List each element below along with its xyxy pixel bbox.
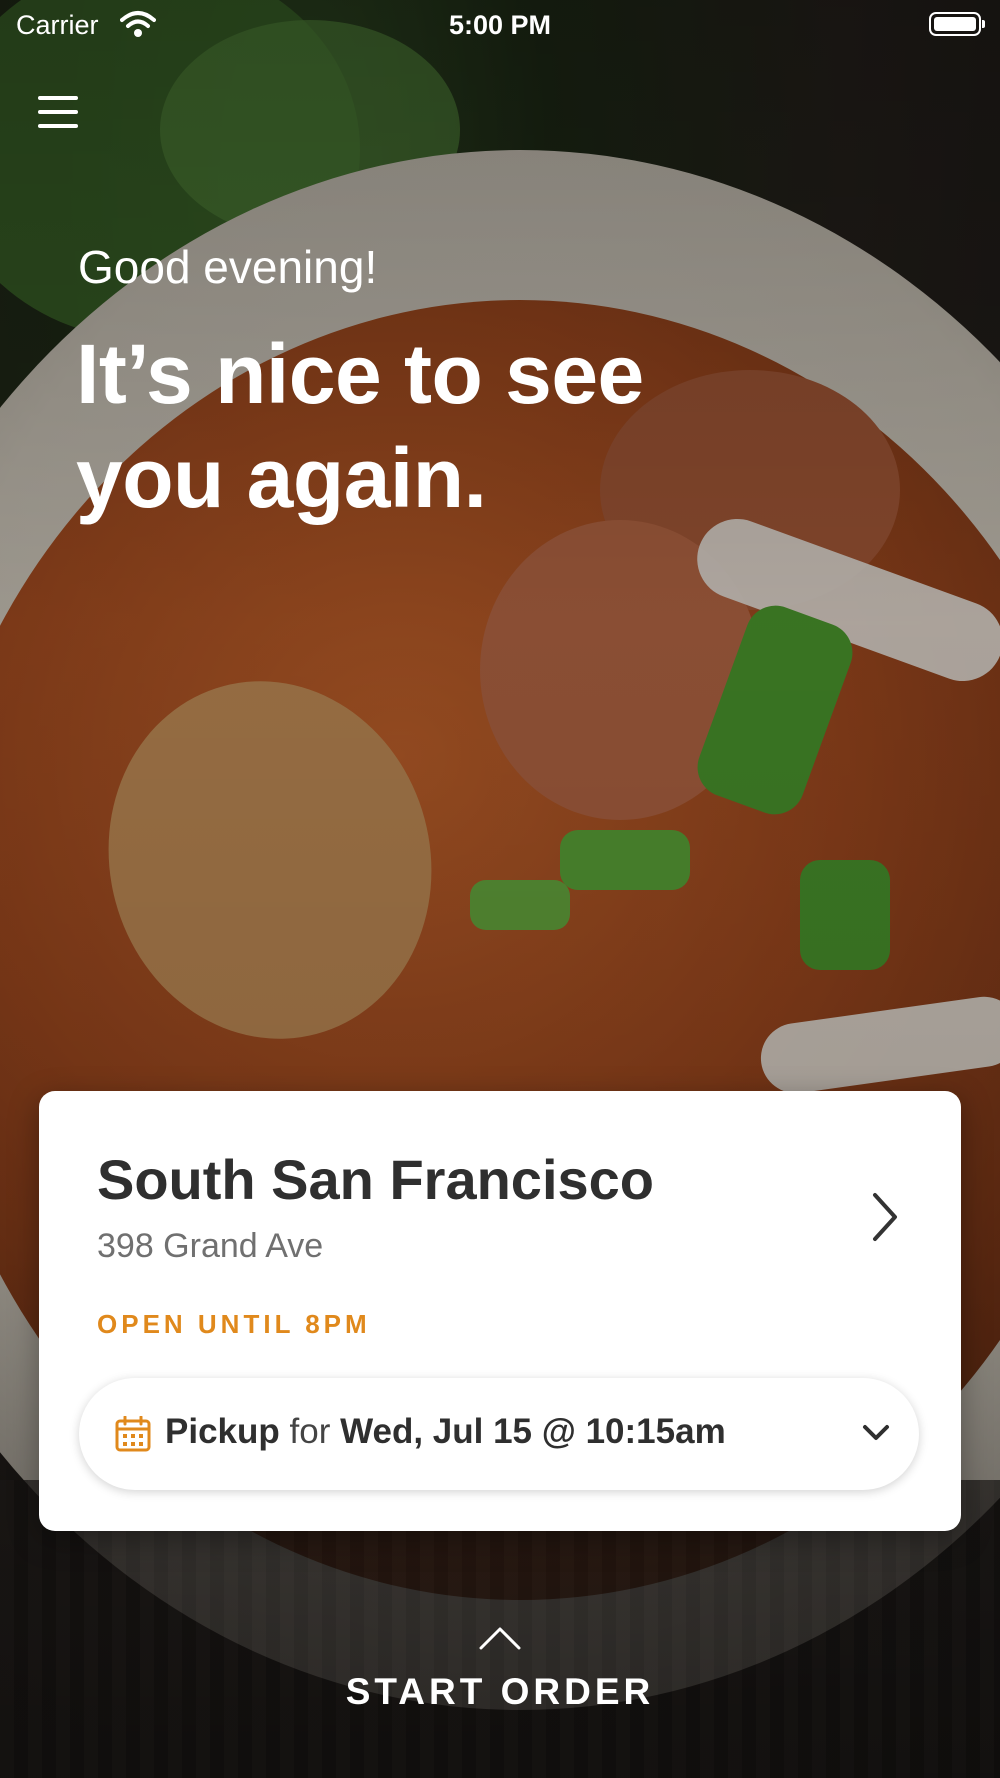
chevron-down-icon[interactable] bbox=[861, 1422, 891, 1444]
location-address: 398 Grand Ave bbox=[97, 1227, 324, 1265]
location-card[interactable]: South San Francisco 398 Grand Ave OPEN U… bbox=[39, 1091, 961, 1531]
pickup-mode: Pickup bbox=[165, 1412, 280, 1451]
headline-line-2: you again. bbox=[76, 431, 487, 525]
welcome-headline: It’s nice to see you again. bbox=[76, 322, 776, 530]
greeting-text: Good evening! bbox=[78, 241, 378, 293]
status-bar: Carrier 5:00 PM bbox=[0, 0, 1000, 50]
pickup-time-selector[interactable]: Pickup for Wed, Jul 15 @ 10:15am bbox=[79, 1378, 919, 1490]
pickup-datetime: Wed, Jul 15 @ 10:15am bbox=[340, 1412, 726, 1451]
start-order-label: START ORDER bbox=[345, 1671, 655, 1712]
start-order-button[interactable]: START ORDER bbox=[0, 1625, 1000, 1713]
pickup-connector: for bbox=[289, 1412, 331, 1451]
chevron-up-icon bbox=[479, 1627, 521, 1650]
hours-status: OPEN UNTIL 8PM bbox=[97, 1309, 371, 1339]
chevron-right-icon[interactable] bbox=[865, 1187, 905, 1247]
headline-line-1: It’s nice to see bbox=[76, 327, 644, 421]
clock: 5:00 PM bbox=[448, 10, 552, 40]
location-name: South San Francisco bbox=[97, 1148, 654, 1211]
pickup-summary: Pickup for Wed, Jul 15 @ 10:15am bbox=[165, 1412, 726, 1452]
menu-icon[interactable] bbox=[38, 96, 78, 130]
battery-icon bbox=[929, 12, 985, 36]
calendar-icon bbox=[115, 1416, 151, 1452]
